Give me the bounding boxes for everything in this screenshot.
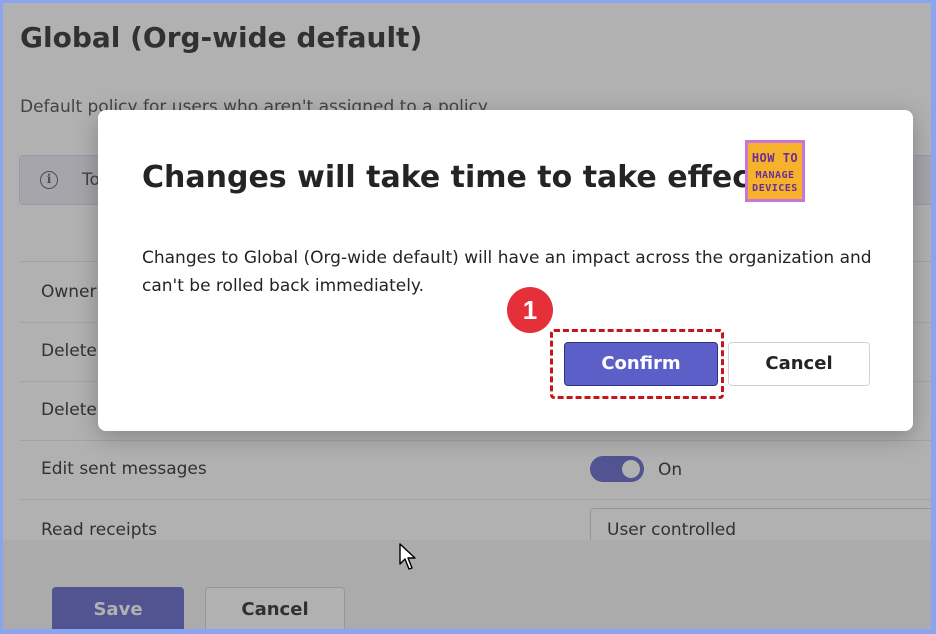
step-number-badge: 1 <box>507 287 553 333</box>
confirm-button[interactable]: Confirm <box>564 342 718 386</box>
mouse-cursor-icon <box>399 543 416 570</box>
logo-line: DEVICES <box>752 183 798 194</box>
dialog-cancel-button[interactable]: Cancel <box>728 342 870 386</box>
logo-line: MANAGE <box>755 170 795 181</box>
dialog-title: Changes will take time to take effect <box>142 160 765 195</box>
app-window: Global (Org-wide default) Default policy… <box>3 3 931 629</box>
dialog-body: Changes to Global (Org-wide default) wil… <box>142 248 872 296</box>
how-to-manage-devices-logo: HOW TO MANAGE DEVICES <box>745 140 805 202</box>
logo-line: HOW TO <box>751 151 799 165</box>
